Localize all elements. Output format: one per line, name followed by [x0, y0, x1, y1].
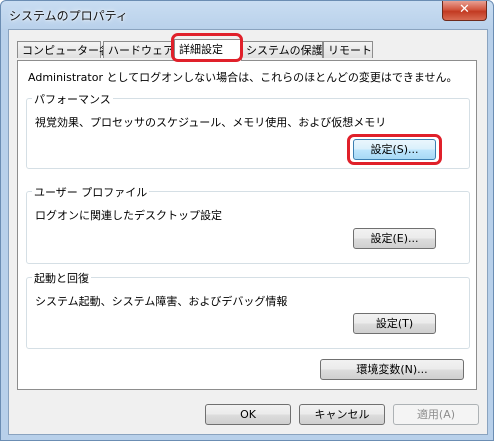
startup-recovery-label: 起動と回復 — [32, 270, 91, 286]
startup-recovery-group: 起動と回復 システム起動、システム障害、およびデバッグ情報 設定(T) — [26, 270, 470, 349]
system-properties-window: システムのプロパティ ✕ コンピューター名 ハードウェア 詳細設定 システムの保… — [0, 0, 494, 441]
user-profile-group: ユーザー プロファイル ログオンに関連したデスクトップ設定 設定(E)... — [26, 184, 470, 264]
close-icon[interactable]: ✕ — [442, 1, 487, 21]
dialog-body: コンピューター名 ハードウェア 詳細設定 システムの保護 リモート Admini… — [8, 29, 488, 435]
performance-description: 視覚効果、プロセッサのスケジュール、メモリ使用、および仮想メモリ — [35, 116, 387, 129]
startup-settings-button[interactable]: 設定(T) — [353, 313, 436, 334]
performance-button-highlight — [347, 134, 442, 165]
advanced-panel: Administrator としてログオンしない場合は、これらのほとんどの変更は… — [17, 60, 477, 390]
ok-button[interactable]: OK — [205, 404, 291, 425]
performance-label: パフォーマンス — [32, 91, 113, 107]
admin-notice: Administrator としてログオンしない場合は、これらのほとんどの変更は… — [28, 71, 458, 84]
title-bar[interactable]: システムのプロパティ ✕ — [1, 1, 493, 29]
user-profile-settings-button[interactable]: 設定(E)... — [353, 228, 436, 249]
tab-system-protection[interactable]: システムの保護 — [241, 41, 323, 58]
environment-variables-button[interactable]: 環境変数(N)... — [320, 359, 464, 380]
cancel-button[interactable]: キャンセル — [299, 404, 385, 425]
user-profile-label: ユーザー プロファイル — [32, 184, 150, 200]
performance-group: パフォーマンス 視覚効果、プロセッサのスケジュール、メモリ使用、および仮想メモリ… — [26, 91, 470, 169]
apply-button[interactable]: 適用(A) — [393, 404, 479, 425]
tab-remote[interactable]: リモート — [323, 41, 373, 58]
tab-computer-name[interactable]: コンピューター名 — [17, 41, 110, 58]
user-profile-description: ログオンに関連したデスクトップ設定 — [35, 209, 222, 222]
advanced-tab-highlight — [171, 33, 243, 62]
startup-recovery-description: システム起動、システム障害、およびデバッグ情報 — [35, 295, 288, 308]
window-title: システムのプロパティ — [9, 9, 128, 23]
tab-hardware[interactable]: ハードウェア — [103, 41, 175, 58]
